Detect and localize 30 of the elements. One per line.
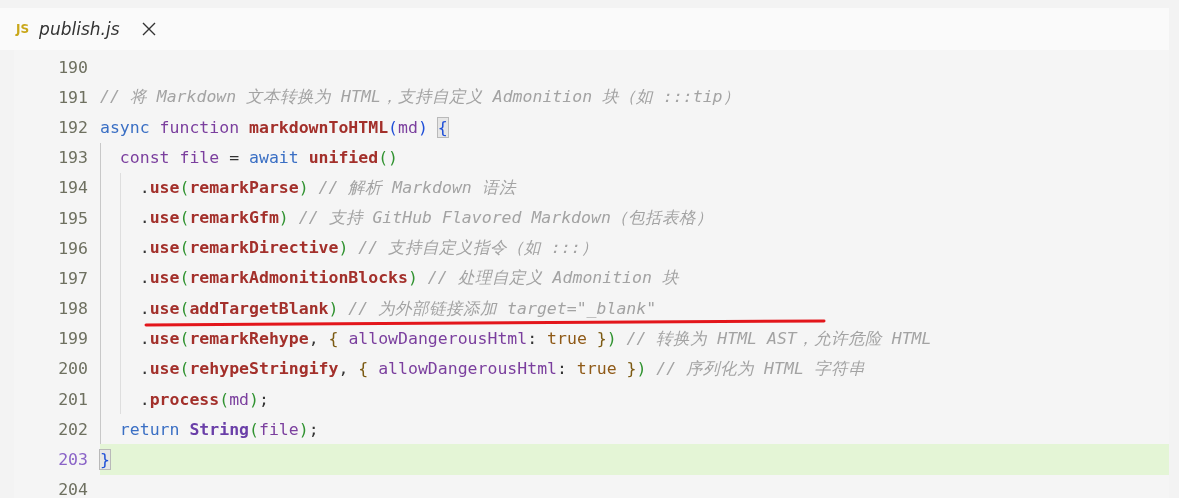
code-line: .use(remarkParse) // 解析 Markdown 语法 [138, 176, 516, 199]
code-line: .use(remarkAdmonitionBlocks) // 处理自定义 Admonition 块 [138, 267, 679, 290]
js-file-icon: JS [16, 22, 30, 36]
code-line: .use(rehypeStringify, { allowDangerousHtml: true }) // 序列化为 HTML 字符串 [138, 357, 865, 380]
line-number: 199 [57, 329, 89, 349]
line-number: 196 [57, 238, 89, 258]
code-line: .use(remarkGfm) // 支持 GitHub Flavored Markdown（包括表格） [138, 207, 713, 230]
line-number: 192 [57, 117, 89, 137]
line-number: 200 [57, 359, 89, 379]
line-number: 190 [57, 57, 89, 77]
line-number: 197 [57, 268, 89, 288]
line-number: 203 [57, 450, 89, 470]
code-line: .use(remarkDirective) // 支持自定义指令（如 :::） [138, 237, 598, 260]
code-line: async function markdownToHTML(md) { [100, 117, 448, 137]
editor-tab[interactable]: JS publish.js [12, 19, 160, 39]
line-number: 194 [57, 178, 89, 198]
line-number: 201 [57, 389, 89, 409]
line-number: 204 [57, 480, 89, 498]
code-line: const file = await unified() [118, 148, 399, 168]
code-line: .use(addTargetBlank) // 为外部链接添加 target="_blank" [138, 297, 657, 320]
line-number: 193 [57, 148, 89, 168]
line-number: 202 [57, 419, 89, 439]
code-line: return String(file); [118, 419, 319, 439]
line-number: 191 [57, 87, 89, 107]
line-number: 198 [57, 299, 89, 319]
code-line: // 将 Markdown 文本转换为 HTML，支持自定义 Admonition 块（如 :::tip） [100, 86, 740, 109]
code-line: .process(md); [138, 389, 269, 409]
code-line: .use(remarkRehype, { allowDangerousHtml: true }) // 转换为 HTML AST，允许危险 HTML [138, 327, 932, 350]
line-number: 195 [57, 208, 89, 228]
close-icon[interactable] [141, 22, 156, 36]
